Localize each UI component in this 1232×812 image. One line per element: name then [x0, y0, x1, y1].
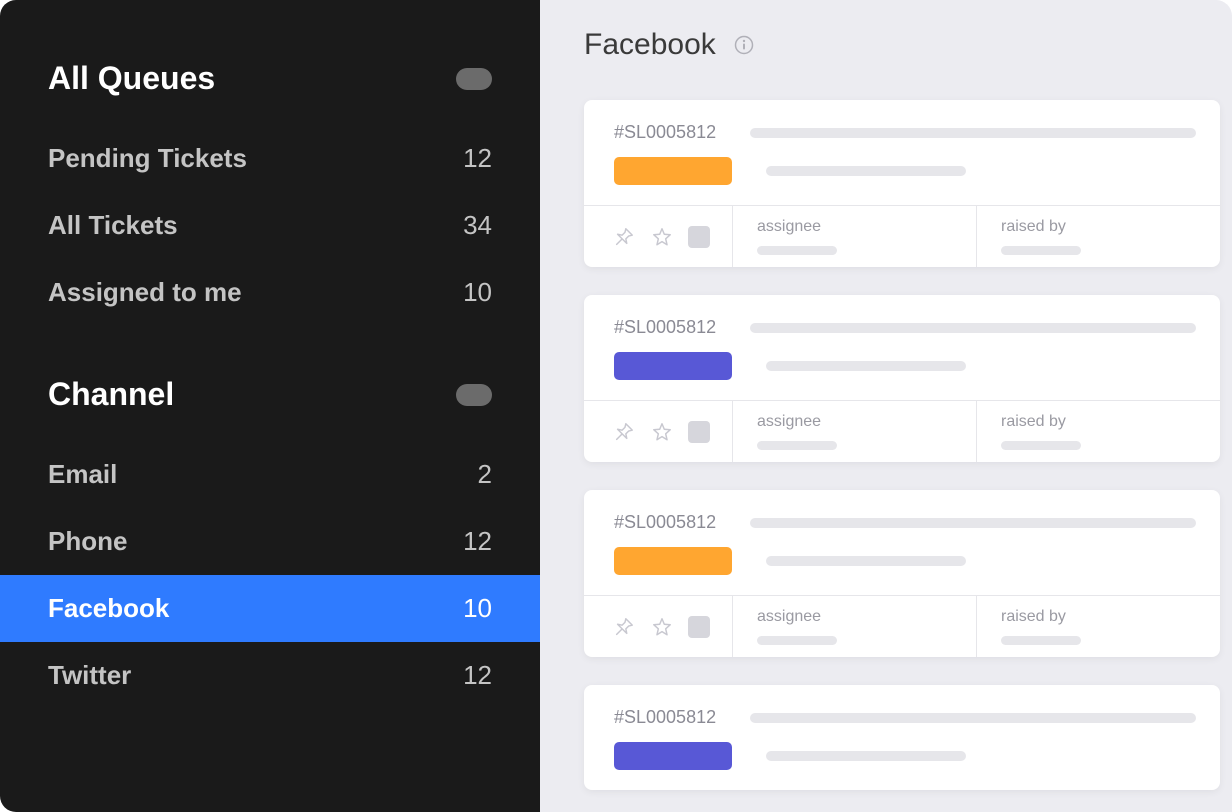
- ticket-card[interactable]: #SL0005812: [584, 685, 1220, 790]
- star-icon[interactable]: [650, 420, 674, 444]
- sidebar-item-phone[interactable]: Phone 12: [0, 508, 540, 575]
- sidebar-item-facebook[interactable]: Facebook 10: [0, 575, 540, 642]
- channel-header: Channel: [0, 376, 540, 441]
- nav-count: 10: [463, 593, 492, 624]
- status-tag: [614, 742, 732, 770]
- raised-by-value-placeholder: [1001, 246, 1081, 255]
- card-actions: [584, 401, 733, 462]
- sidebar-item-all-tickets[interactable]: All Tickets 34: [0, 192, 540, 259]
- select-checkbox[interactable]: [688, 421, 710, 443]
- desc-placeholder: [766, 751, 966, 761]
- nav-label: Facebook: [48, 593, 169, 624]
- ticket-id: #SL0005812: [614, 122, 716, 143]
- info-icon[interactable]: [734, 35, 754, 55]
- nav-label: Email: [48, 459, 117, 490]
- nav-label: Twitter: [48, 660, 131, 691]
- page-header: Facebook: [584, 28, 1232, 62]
- channel-toggle[interactable]: [456, 384, 492, 406]
- raised-by-label: raised by: [1001, 218, 1196, 236]
- subject-placeholder: [750, 323, 1196, 333]
- card-top: #SL0005812: [584, 490, 1220, 595]
- assignee-cell: assignee: [733, 206, 977, 267]
- assignee-cell: assignee: [733, 401, 977, 462]
- nav-count: 10: [463, 277, 492, 308]
- pin-icon[interactable]: [612, 420, 636, 444]
- nav-count: 34: [463, 210, 492, 241]
- pin-icon[interactable]: [612, 615, 636, 639]
- ticket-id: #SL0005812: [614, 512, 716, 533]
- raised-by-label: raised by: [1001, 413, 1196, 431]
- ticket-card[interactable]: #SL0005812 assignee: [584, 490, 1220, 657]
- raised-by-cell: raised by: [977, 401, 1220, 462]
- nav-count: 2: [478, 459, 492, 490]
- card-top: #SL0005812: [584, 100, 1220, 205]
- select-checkbox[interactable]: [688, 616, 710, 638]
- nav-count: 12: [463, 660, 492, 691]
- queues-title: All Queues: [48, 60, 215, 97]
- card-meta: assignee raised by: [584, 595, 1220, 657]
- assignee-label: assignee: [757, 608, 952, 626]
- ticket-card[interactable]: #SL0005812 assignee: [584, 295, 1220, 462]
- assignee-label: assignee: [757, 218, 952, 236]
- assignee-value-placeholder: [757, 441, 837, 450]
- raised-by-label: raised by: [1001, 608, 1196, 626]
- channel-title: Channel: [48, 376, 174, 413]
- ticket-id: #SL0005812: [614, 317, 716, 338]
- subject-placeholder: [750, 518, 1196, 528]
- raised-by-value-placeholder: [1001, 636, 1081, 645]
- select-checkbox[interactable]: [688, 226, 710, 248]
- star-icon[interactable]: [650, 225, 674, 249]
- status-tag: [614, 157, 732, 185]
- desc-placeholder: [766, 361, 966, 371]
- card-actions: [584, 596, 733, 657]
- raised-by-value-placeholder: [1001, 441, 1081, 450]
- assignee-cell: assignee: [733, 596, 977, 657]
- card-meta: assignee raised by: [584, 205, 1220, 267]
- nav-count: 12: [463, 143, 492, 174]
- ticket-card[interactable]: #SL0005812 assignee: [584, 100, 1220, 267]
- nav-label: Assigned to me: [48, 277, 242, 308]
- nav-label: All Tickets: [48, 210, 178, 241]
- subject-placeholder: [750, 128, 1196, 138]
- subject-placeholder: [750, 713, 1196, 723]
- desc-placeholder: [766, 166, 966, 176]
- desc-placeholder: [766, 556, 966, 566]
- ticket-list: #SL0005812 assignee: [584, 100, 1232, 790]
- sidebar-item-twitter[interactable]: Twitter 12: [0, 642, 540, 709]
- card-top: #SL0005812: [584, 685, 1220, 790]
- nav-label: Pending Tickets: [48, 143, 247, 174]
- app-root: All Queues Pending Tickets 12 All Ticket…: [0, 0, 1232, 812]
- sidebar-item-pending-tickets[interactable]: Pending Tickets 12: [0, 125, 540, 192]
- assignee-value-placeholder: [757, 246, 837, 255]
- raised-by-cell: raised by: [977, 596, 1220, 657]
- star-icon[interactable]: [650, 615, 674, 639]
- assignee-value-placeholder: [757, 636, 837, 645]
- nav-count: 12: [463, 526, 492, 557]
- card-actions: [584, 206, 733, 267]
- nav-label: Phone: [48, 526, 127, 557]
- main-content: Facebook #SL0005812: [540, 0, 1232, 812]
- sidebar: All Queues Pending Tickets 12 All Ticket…: [0, 0, 540, 812]
- raised-by-cell: raised by: [977, 206, 1220, 267]
- page-title: Facebook: [584, 28, 716, 62]
- card-top: #SL0005812: [584, 295, 1220, 400]
- ticket-id: #SL0005812: [614, 707, 716, 728]
- card-meta: assignee raised by: [584, 400, 1220, 462]
- status-tag: [614, 547, 732, 575]
- sidebar-item-email[interactable]: Email 2: [0, 441, 540, 508]
- queues-header: All Queues: [0, 60, 540, 125]
- status-tag: [614, 352, 732, 380]
- sidebar-item-assigned-to-me[interactable]: Assigned to me 10: [0, 259, 540, 326]
- queues-toggle[interactable]: [456, 68, 492, 90]
- assignee-label: assignee: [757, 413, 952, 431]
- pin-icon[interactable]: [612, 225, 636, 249]
